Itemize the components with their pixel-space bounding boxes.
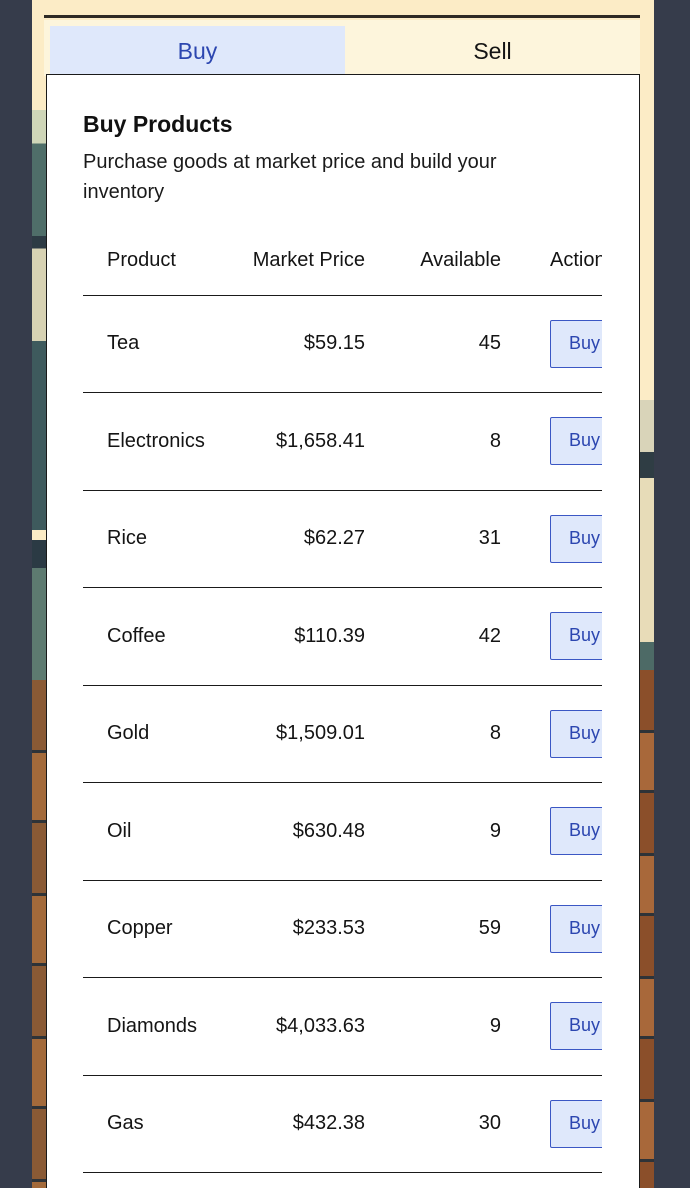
products-table-container[interactable]: Product Market Price Available Action Te… bbox=[83, 225, 602, 1188]
header-edge bbox=[44, 0, 640, 18]
backdrop-art bbox=[640, 670, 654, 1188]
app-frame: Buy Sell Buy Products Purchase goods at … bbox=[32, 0, 654, 1188]
table-row: Oil $630.48 9 Buy bbox=[83, 782, 602, 881]
table-row: Coffee $110.39 42 Buy bbox=[83, 587, 602, 686]
action-cell: Buy bbox=[501, 1075, 602, 1173]
available-quantity: 8 bbox=[365, 685, 501, 783]
product-name: Oil bbox=[83, 782, 238, 881]
available-quantity: 30 bbox=[365, 1075, 501, 1173]
buy-button[interactable]: Buy bbox=[550, 807, 602, 856]
action-cell: Buy bbox=[501, 392, 602, 491]
available-quantity: 9 bbox=[365, 782, 501, 881]
market-price: $1,509.01 bbox=[238, 685, 365, 783]
product-name: Electronics bbox=[83, 392, 238, 491]
column-header-price: Market Price bbox=[238, 225, 365, 296]
tab-buy[interactable]: Buy bbox=[50, 26, 345, 76]
market-price: $233.53 bbox=[238, 880, 365, 978]
market-price: $432.38 bbox=[238, 1075, 365, 1173]
market-price: $59.15 bbox=[238, 295, 365, 393]
product-name: Diamonds bbox=[83, 977, 238, 1076]
column-header-action: Action bbox=[501, 225, 602, 296]
panel-description: Purchase goods at market price and build… bbox=[83, 151, 497, 203]
backdrop-art bbox=[640, 400, 654, 530]
backdrop-art bbox=[32, 680, 46, 1188]
action-cell: Buy bbox=[501, 490, 602, 588]
available-quantity: 9 bbox=[365, 977, 501, 1076]
available-quantity: 31 bbox=[365, 490, 501, 588]
column-header-product: Product bbox=[83, 225, 238, 296]
product-name: Gas bbox=[83, 1075, 238, 1173]
table-row: Gas $432.38 30 Buy bbox=[83, 1075, 602, 1173]
buy-button[interactable]: Buy bbox=[550, 1002, 602, 1051]
backdrop-art bbox=[32, 540, 46, 680]
table-body: Tea $59.15 45 Buy Electronics $1,658.41 8 Buy Ri… bbox=[83, 295, 602, 1173]
buy-button[interactable]: Buy bbox=[550, 612, 602, 661]
market-price: $62.27 bbox=[238, 490, 365, 588]
table-row: Gold $1,509.01 8 Buy bbox=[83, 685, 602, 783]
table-row: Copper $233.53 59 Buy bbox=[83, 880, 602, 978]
panel-title: Buy Products bbox=[83, 111, 233, 137]
market-price: $4,033.63 bbox=[238, 977, 365, 1076]
table-row: Tea $59.15 45 Buy bbox=[83, 295, 602, 393]
table-row: Electronics $1,658.41 8 Buy bbox=[83, 392, 602, 491]
buy-panel: Buy Products Purchase goods at market pr… bbox=[46, 74, 640, 1188]
buy-button[interactable]: Buy bbox=[550, 1099, 602, 1148]
available-quantity: 8 bbox=[365, 392, 501, 491]
tab-sell[interactable]: Sell bbox=[345, 20, 640, 76]
action-cell: Buy bbox=[501, 880, 602, 978]
table-row: Diamonds $4,033.63 9 Buy bbox=[83, 977, 602, 1076]
product-name: Rice bbox=[83, 490, 238, 588]
buy-button[interactable]: Buy bbox=[550, 709, 602, 758]
buy-button[interactable]: Buy bbox=[550, 319, 602, 368]
action-cell: Buy bbox=[501, 782, 602, 881]
buy-button[interactable]: Buy bbox=[550, 514, 602, 563]
buy-button[interactable]: Buy bbox=[550, 417, 602, 466]
market-price: $630.48 bbox=[238, 782, 365, 881]
trade-tabs: Buy Sell bbox=[44, 20, 640, 76]
market-price: $1,658.41 bbox=[238, 392, 365, 491]
product-name: Gold bbox=[83, 685, 238, 783]
table-header-row: Product Market Price Available Action bbox=[83, 225, 602, 296]
action-cell: Buy bbox=[501, 977, 602, 1076]
product-name: Tea bbox=[83, 295, 238, 393]
table-row: Rice $62.27 31 Buy bbox=[83, 490, 602, 588]
product-name: Copper bbox=[83, 880, 238, 978]
buy-button[interactable]: Buy bbox=[550, 904, 602, 953]
action-cell: Buy bbox=[501, 685, 602, 783]
available-quantity: 45 bbox=[365, 295, 501, 393]
backdrop-art bbox=[640, 530, 654, 670]
products-table: Product Market Price Available Action Te… bbox=[83, 225, 602, 1173]
product-name: Coffee bbox=[83, 587, 238, 686]
action-cell: Buy bbox=[501, 587, 602, 686]
market-price: $110.39 bbox=[238, 587, 365, 686]
column-header-available: Available bbox=[365, 225, 501, 296]
backdrop-art bbox=[32, 110, 46, 530]
available-quantity: 42 bbox=[365, 587, 501, 686]
available-quantity: 59 bbox=[365, 880, 501, 978]
action-cell: Buy bbox=[501, 295, 602, 393]
